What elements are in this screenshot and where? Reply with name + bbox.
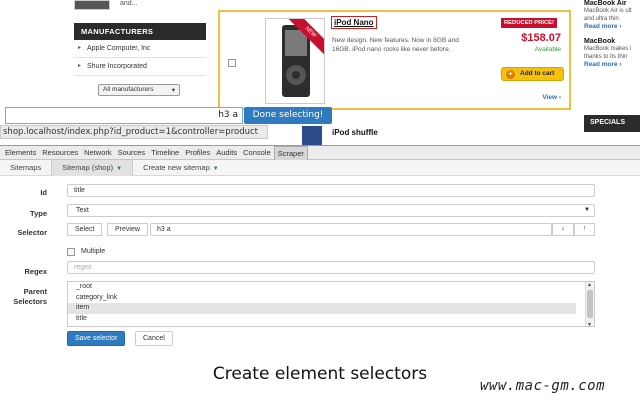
tab-resources[interactable]: Resources [39, 146, 81, 160]
view-link[interactable]: View › [542, 94, 561, 101]
list-item[interactable]: _root [68, 282, 594, 293]
description-snippet: and... [120, 0, 138, 7]
select-button[interactable]: Select [67, 223, 103, 236]
featured-title[interactable]: MacBook [584, 38, 640, 45]
multiple-checkbox[interactable] [67, 248, 75, 256]
arrow-up-icon[interactable]: ↑ [574, 223, 595, 236]
specials-heading: SPECIALS [584, 115, 640, 132]
selector-label: Selector [17, 228, 47, 237]
id-input[interactable]: title [67, 184, 595, 197]
read-more-link[interactable]: Read more › [584, 23, 640, 30]
product-image[interactable]: NEW [265, 18, 325, 104]
multiple-label: Multiple [81, 248, 106, 255]
featured-text: and ultra thin [584, 16, 619, 22]
parent-selectors-label: Selectors [13, 297, 47, 306]
cart-icon: + [506, 70, 515, 79]
selector-input[interactable]: h3 a [150, 223, 552, 236]
product-thumbnail[interactable] [302, 126, 322, 145]
url-tooltip: shop.localhost/index.php?id_product=1&co… [0, 125, 268, 139]
tab-scraper[interactable]: Scraper [273, 145, 308, 160]
read-more-link[interactable]: Read more › [584, 61, 640, 68]
save-selector-button[interactable]: Save selector [67, 331, 126, 346]
tab-elements[interactable]: Elements [2, 146, 39, 160]
done-selecting-button[interactable]: Done selecting! [244, 107, 332, 124]
scroll-up-icon[interactable]: ▲ [587, 282, 592, 288]
nav-label: Sitemap (shop) [62, 162, 114, 172]
chevron-down-icon: ▼ [584, 207, 590, 213]
list-item[interactable]: title [68, 314, 594, 325]
scroll-down-icon[interactable]: ▼ [587, 322, 592, 326]
dropdown-value: All manufacturers [103, 86, 154, 93]
nav-create-sitemap[interactable]: Create new sitemap ▼ [133, 160, 229, 176]
manufacturers-heading: MANUFACTURERS [74, 23, 206, 40]
id-label: Id [40, 188, 47, 197]
featured-column: MacBook Air MacBook Air is ult and ultra… [584, 0, 640, 68]
regex-input[interactable]: regex [67, 261, 595, 274]
tab-audits[interactable]: Audits [213, 146, 240, 160]
featured-text: MacBook makes i [584, 46, 632, 52]
cancel-button[interactable]: Cancel [135, 331, 173, 346]
watermark: www.mac-gm.com [480, 378, 606, 394]
list-item[interactable]: category_link [68, 293, 594, 304]
reduced-price-badge: REDUCED PRICE! [501, 18, 557, 28]
list-scrollbar[interactable]: ▲ ▼ [585, 282, 594, 326]
type-value: Text [76, 207, 89, 214]
type-select[interactable]: Text ▼ [67, 204, 595, 217]
manufacturers-block: MANUFACTURERS Apple Computer, Inc Shure … [74, 23, 206, 100]
caret-down-icon: ▼ [116, 165, 123, 172]
featured-text: MacBook Air is ult [584, 8, 632, 14]
add-to-cart-button[interactable]: + Add to cart [501, 67, 564, 81]
parent-selectors-list[interactable]: _root category_link item title ▲ ▼ [67, 281, 595, 327]
caret-down-icon: ▼ [212, 165, 219, 172]
scrollbar-thumb[interactable] [587, 290, 593, 318]
arrow-down-icon[interactable]: ↓ [552, 223, 574, 236]
nav-sitemaps[interactable]: Sitemaps [0, 160, 51, 176]
devtools-tab-bar: Elements Resources Network Sources Timel… [0, 145, 640, 160]
preview-button[interactable]: Preview [107, 223, 148, 236]
product-card-highlighted: NEW iPod Nano New design. New features. … [218, 10, 571, 110]
parent-selectors-label: Parent [23, 287, 47, 296]
tab-sources[interactable]: Sources [115, 146, 149, 160]
type-label: Type [30, 209, 47, 218]
tab-console[interactable]: Console [240, 146, 274, 160]
manufacturers-dropdown[interactable]: All manufacturers ▾ [98, 84, 180, 96]
website-viewport: and... MANUFACTURERS Apple Computer, Inc… [0, 0, 640, 145]
product-price: $158.07 [521, 32, 561, 44]
manufacturer-link[interactable]: Apple Computer, Inc [74, 40, 206, 58]
selected-selector-display: h3 a [5, 107, 243, 124]
list-item-selected[interactable]: item [68, 303, 576, 314]
product-description: New design. New features. Now in 8GB and… [332, 37, 459, 53]
tab-profiles[interactable]: Profiles [182, 146, 213, 160]
availability-status: Available [534, 46, 561, 53]
nav-sitemap-shop[interactable]: Sitemap (shop) ▼ [51, 159, 134, 176]
manufacturer-link[interactable]: Shure Incorporated [74, 58, 206, 76]
product-thumbnail[interactable] [74, 0, 110, 10]
product-title-link[interactable]: iPod shuffle [332, 128, 378, 137]
product-title-link[interactable]: iPod Nano [331, 16, 377, 29]
scraper-nav: Sitemaps Sitemap (shop) ▼ Create new site… [0, 159, 640, 176]
featured-title[interactable]: MacBook Air [584, 0, 640, 7]
devtools-panel: Elements Resources Network Sources Timel… [0, 145, 640, 346]
tab-network[interactable]: Network [81, 146, 115, 160]
add-to-cart-label: Add to cart [520, 70, 555, 77]
regex-label: Regex [24, 267, 47, 276]
compare-checkbox[interactable] [228, 59, 236, 67]
chevron-down-icon: ▾ [171, 87, 175, 94]
featured-text: thanks to its thin [584, 54, 628, 60]
tab-timeline[interactable]: Timeline [148, 146, 182, 160]
nav-label: Create new sitemap [143, 162, 210, 172]
